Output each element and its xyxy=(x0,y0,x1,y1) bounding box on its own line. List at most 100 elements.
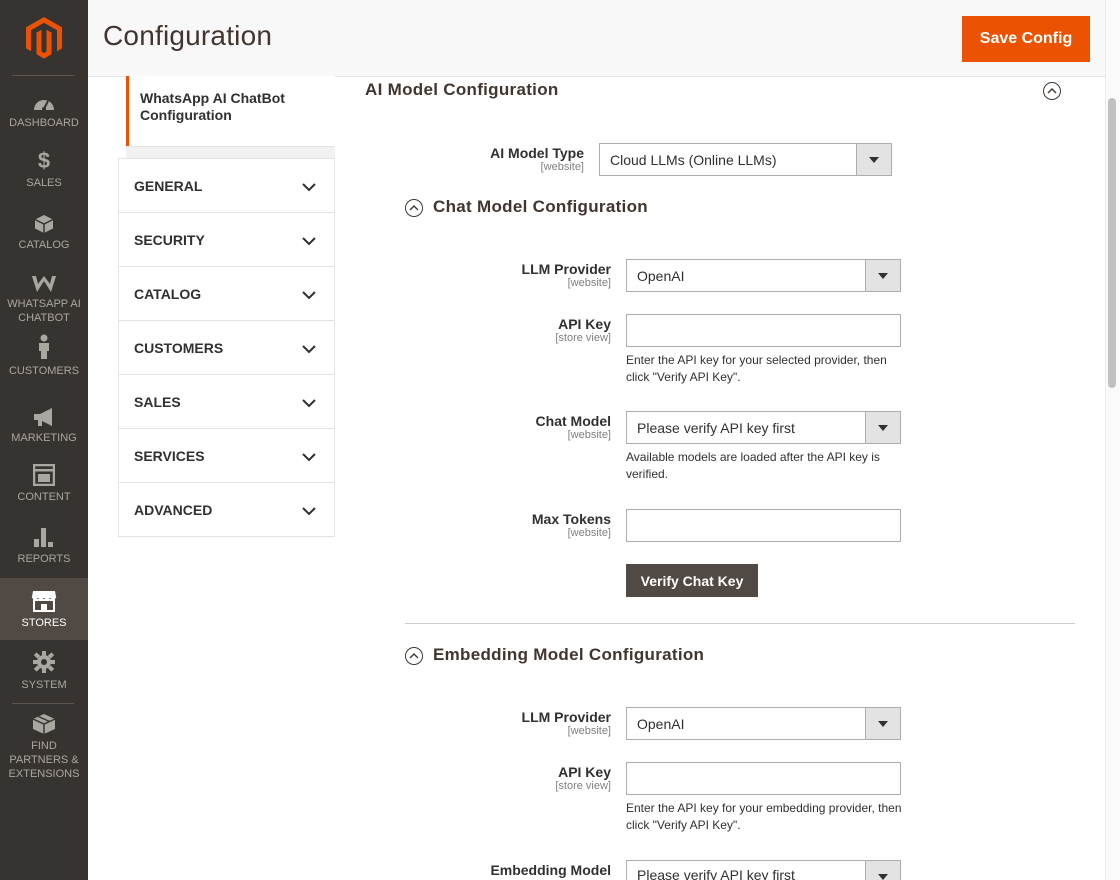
menu-separator xyxy=(12,703,74,704)
chat-api-key-note: Enter the API key for your selected prov… xyxy=(626,353,887,384)
tab-customers[interactable]: CUSTOMERS xyxy=(119,321,334,375)
tab-label: ADVANCED xyxy=(134,502,213,518)
embedding-model-label: Embedding Model xyxy=(490,862,611,878)
menu-item-catalog[interactable]: CATALOG xyxy=(0,212,88,254)
person-icon xyxy=(37,334,51,360)
chat-provider-scope: [website] xyxy=(567,277,611,289)
tab-advanced[interactable]: ADVANCED xyxy=(119,483,334,536)
cube-icon xyxy=(34,212,54,234)
menu-item-content[interactable]: CONTENT xyxy=(0,464,88,506)
embedding-model-select[interactable]: Please verify API key first xyxy=(626,860,901,880)
logo-separator xyxy=(12,75,74,76)
tab-label: SERVICES xyxy=(134,448,205,464)
max-tokens-scope: [website] xyxy=(567,527,611,539)
tab-catalog[interactable]: CATALOG xyxy=(119,267,334,321)
chat-model-label: Chat Model xyxy=(535,413,611,429)
chat-api-key-label: API Key xyxy=(558,316,611,332)
chat-api-key-input[interactable] xyxy=(626,314,901,347)
menu-item-reports[interactable]: REPORTS xyxy=(0,526,88,568)
chat-model-select[interactable]: Please verify API key first xyxy=(626,411,901,444)
page-header: Configuration Save Config xyxy=(88,0,1105,77)
section-title[interactable]: AI Model Configuration xyxy=(365,80,559,100)
menu-item-dashboard[interactable]: DASHBOARD xyxy=(0,90,88,132)
model-type-select[interactable]: Cloud LLMs (Online LLMs) xyxy=(599,143,892,176)
embedding-model-value: Please verify API key first xyxy=(637,867,795,880)
chevron-down-icon xyxy=(302,503,316,521)
chat-section-title[interactable]: Chat Model Configuration xyxy=(433,197,648,217)
dollar-icon: $ xyxy=(37,148,51,173)
embedding-provider-value: OpenAI xyxy=(637,716,685,732)
menu-label-reports: REPORTS xyxy=(17,553,71,565)
config-tab-list: GENERAL SECURITY CATALOG CUSTOMERS SALES… xyxy=(118,158,335,537)
menu-item-find-partners[interactable]: FIND PARTNERS & EXTENSIONS xyxy=(0,713,88,780)
embedding-section-title[interactable]: Embedding Model Configuration xyxy=(433,645,704,665)
page-title: Configuration xyxy=(103,20,273,51)
embedding-provider-label: LLM Provider xyxy=(521,709,611,725)
content-icon xyxy=(33,464,55,486)
menu-label-content: CONTENT xyxy=(17,491,71,503)
tab-whatsapp-chatbot-config[interactable]: WhatsApp AI ChatBot Configuration xyxy=(126,76,335,146)
tab-general[interactable]: GENERAL xyxy=(119,159,334,213)
tab-label: GENERAL xyxy=(134,178,203,194)
menu-item-marketing[interactable]: MARKETING xyxy=(0,405,88,447)
embedding-api-key-scope: [store view] xyxy=(555,780,611,792)
bar-chart-icon xyxy=(33,526,55,548)
chevron-down-icon xyxy=(302,179,316,197)
menu-label-whatsapp-chatbot: WHATSAPP AI CHATBOT xyxy=(7,298,81,324)
collapse-embedding-icon[interactable] xyxy=(405,647,423,665)
tab-group-footer xyxy=(126,146,335,158)
menu-item-system[interactable]: SYSTEM xyxy=(0,651,88,694)
magento-logo-icon xyxy=(26,17,62,59)
chat-model-note: Available models are loaded after the AP… xyxy=(626,450,880,481)
embedding-api-key-input[interactable] xyxy=(626,762,901,795)
menu-item-stores[interactable]: STORES xyxy=(0,578,88,640)
tab-services[interactable]: SERVICES xyxy=(119,429,334,483)
chat-model-value: Please verify API key first xyxy=(637,420,795,436)
menu-label-stores: STORES xyxy=(21,617,67,629)
chevron-down-icon xyxy=(302,287,316,305)
max-tokens-input[interactable] xyxy=(626,509,901,542)
tab-security[interactable]: SECURITY xyxy=(119,213,334,267)
embedding-api-key-note: Enter the API key for your embedding pro… xyxy=(626,801,902,832)
menu-item-customers[interactable]: CUSTOMERS xyxy=(0,334,88,380)
menu-label-find-partners: FIND PARTNERS & EXTENSIONS xyxy=(8,740,80,780)
embedding-api-key-label: API Key xyxy=(558,764,611,780)
extensions-icon xyxy=(32,713,56,735)
section-divider xyxy=(405,623,1075,624)
model-type-scope: [website] xyxy=(540,161,584,173)
dropdown-arrow-icon xyxy=(856,144,891,175)
menu-label-sales: SALES xyxy=(26,177,62,189)
dropdown-arrow-icon xyxy=(865,708,900,739)
embedding-provider-select[interactable]: OpenAI xyxy=(626,707,901,740)
tab-label: SECURITY xyxy=(134,232,205,248)
chevron-down-icon xyxy=(302,341,316,359)
max-tokens-label: Max Tokens xyxy=(531,511,611,527)
dashboard-icon xyxy=(32,90,56,112)
dropdown-arrow-icon xyxy=(865,412,900,443)
chevron-down-icon xyxy=(302,233,316,251)
model-type-value: Cloud LLMs (Online LLMs) xyxy=(610,152,777,168)
collapse-chat-icon[interactable] xyxy=(405,199,423,217)
dropdown-arrow-icon xyxy=(865,260,900,291)
page-scrollbar-thumb[interactable] xyxy=(1108,98,1116,388)
menu-item-sales[interactable]: $ SALES xyxy=(0,150,88,192)
embedding-provider-scope: [website] xyxy=(567,725,611,737)
chat-provider-value: OpenAI xyxy=(637,268,685,284)
admin-menu: DASHBOARD $ SALES CATALOG WHATSAPP AI CH… xyxy=(0,0,88,880)
save-config-button[interactable]: Save Config xyxy=(962,16,1090,62)
tab-active-label: WhatsApp AI ChatBot Configuration xyxy=(140,90,285,123)
dropdown-arrow-icon xyxy=(865,861,900,880)
menu-label-dashboard: DASHBOARD xyxy=(9,117,79,129)
tab-label: CUSTOMERS xyxy=(134,340,224,356)
menu-item-whatsapp-chatbot[interactable]: WHATSAPP AI CHATBOT xyxy=(0,273,88,325)
megaphone-icon xyxy=(32,405,56,427)
tab-label: SALES xyxy=(134,394,181,410)
menu-label-marketing: MARKETING xyxy=(11,432,77,444)
verify-chat-key-button[interactable]: Verify Chat Key xyxy=(626,564,758,597)
chevron-down-icon xyxy=(302,395,316,413)
magento-logo[interactable] xyxy=(0,0,88,76)
chevron-down-icon xyxy=(302,449,316,467)
tab-sales[interactable]: SALES xyxy=(119,375,334,429)
collapse-section-icon[interactable] xyxy=(1043,82,1061,100)
chat-provider-select[interactable]: OpenAI xyxy=(626,259,901,292)
